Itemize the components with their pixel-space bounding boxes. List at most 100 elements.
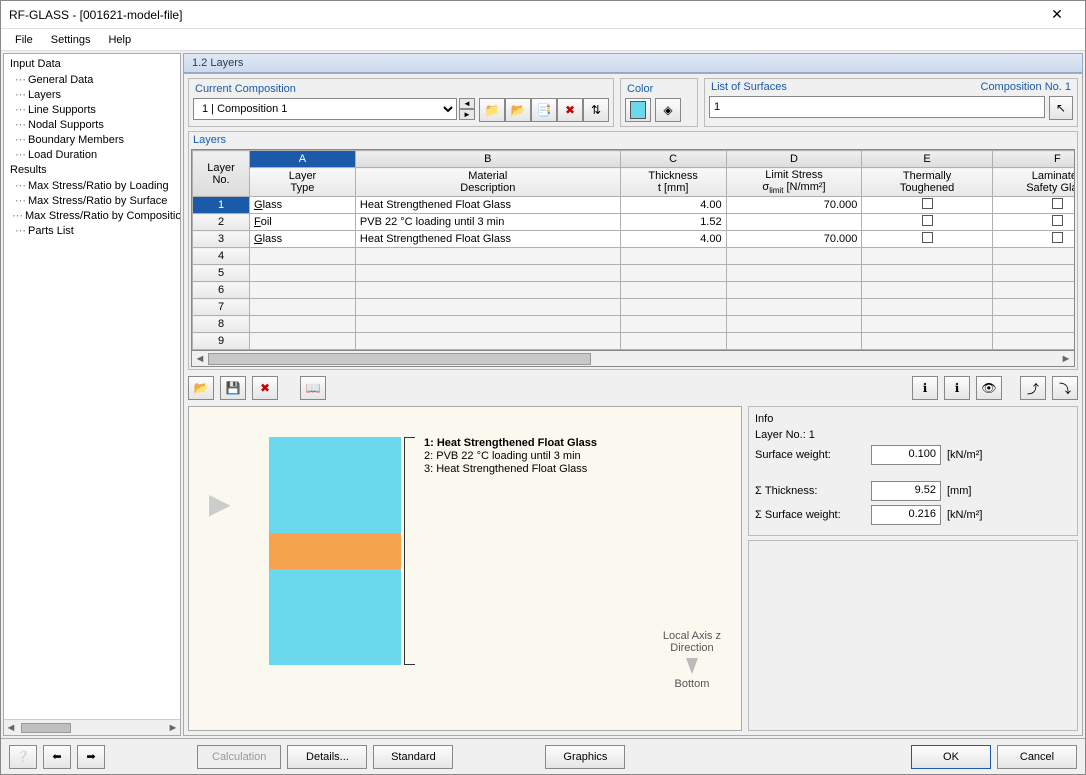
tree-results[interactable]: Results (4, 162, 180, 178)
help-icon[interactable]: ❔ (9, 745, 37, 769)
layer-diagram: ▶ 1: Heat Strengthened Float Glass 2: PV… (188, 406, 742, 731)
hdr-thickness[interactable]: Thickness t [mm] (620, 168, 726, 197)
delete-composition-icon[interactable]: ✖ (557, 98, 583, 122)
top-row: Current Composition 1 | Composition 1 ◄►… (188, 78, 1078, 127)
col-F[interactable]: F (992, 151, 1075, 168)
tree-r4[interactable]: ⋯Parts List (4, 223, 180, 238)
col-E[interactable]: E (862, 151, 992, 168)
sort-composition-icon[interactable]: ⇅ (583, 98, 609, 122)
calculation-button[interactable]: Calculation (197, 745, 281, 769)
table-row[interactable]: 1 Glass Heat Strengthened Float Glass 4.… (193, 197, 1076, 214)
delete-row-icon[interactable]: ✖ (252, 376, 278, 400)
info1-icon[interactable]: ℹ (912, 376, 938, 400)
save-icon[interactable]: 💾 (220, 376, 246, 400)
tree-r1[interactable]: ⋯Max Stress/Ratio by Loading (4, 178, 180, 193)
table-row[interactable]: 9 (193, 333, 1076, 350)
info-sumt-unit: [mm] (947, 485, 997, 497)
info-sw-value: 0.100 (871, 445, 941, 465)
hdr-mat[interactable]: Material Description (355, 168, 620, 197)
col-D[interactable]: D (726, 151, 862, 168)
info-sumsw-value: 0.216 (871, 505, 941, 525)
graphics-button[interactable]: Graphics (545, 745, 625, 769)
composition-spin[interactable]: ◄► (459, 98, 475, 122)
tree-r3[interactable]: ⋯Max Stress/Ratio by Composition (4, 208, 180, 223)
texture-button[interactable]: ◈ (655, 98, 681, 122)
tree-load-duration[interactable]: ⋯Load Duration (4, 147, 180, 162)
tree-layers[interactable]: ⋯Layers (4, 87, 180, 102)
layers-grid[interactable]: Layer No. A B C D E F G H (191, 149, 1075, 351)
menu-settings[interactable]: Settings (43, 32, 99, 48)
col-C[interactable]: C (620, 151, 726, 168)
import-icon[interactable]: ⤵ (1052, 376, 1078, 400)
table-row[interactable]: 6 (193, 282, 1076, 299)
prev-module-icon[interactable]: ⬅ (43, 745, 71, 769)
tree-input-data[interactable]: Input Data (4, 56, 180, 72)
window-title: RF-GLASS - [001621-model-file] (9, 8, 1037, 22)
tree-line-supports[interactable]: ⋯Line Supports (4, 102, 180, 117)
menu-help[interactable]: Help (100, 32, 139, 48)
copy-composition-icon[interactable]: 📑 (531, 98, 557, 122)
nav-tree: Input Data ⋯General Data ⋯Layers ⋯Line S… (4, 54, 180, 719)
details-button[interactable]: Details... (287, 745, 367, 769)
main-panel: Current Composition 1 | Composition 1 ◄►… (183, 73, 1083, 736)
next-module-icon[interactable]: ➡ (77, 745, 105, 769)
hdr-tt[interactable]: Thermally Toughened (862, 168, 992, 197)
col-B[interactable]: B (355, 151, 620, 168)
table-row[interactable]: 4 (193, 248, 1076, 265)
color-swatch-button[interactable] (625, 98, 651, 122)
col-A[interactable]: A (250, 151, 356, 168)
table-row[interactable]: 5 (193, 265, 1076, 282)
composition-number: Composition No. 1 (979, 81, 1074, 93)
info-sumsw-label: Σ Surface weight: (755, 509, 865, 521)
tree-r2[interactable]: ⋯Max Stress/Ratio by Surface (4, 193, 180, 208)
diagram-labels: 1: Heat Strengthened Float Glass 2: PVB … (424, 437, 597, 476)
surfaces-fieldset: List of Surfaces Composition No. 1 ↖ (704, 78, 1078, 127)
export-icon[interactable]: ⤴ (1020, 376, 1046, 400)
hdr-type[interactable]: Layer Type (250, 168, 356, 197)
layers-legend: Layers (191, 134, 228, 146)
edit-composition-icon[interactable]: 📂 (505, 98, 531, 122)
col-no[interactable]: Layer No. (193, 151, 250, 197)
axis-label: Local Axis z Direction Bottom (663, 630, 721, 690)
tree-general-data[interactable]: ⋯General Data (4, 72, 180, 87)
info-sumt-label: Σ Thickness: (755, 485, 865, 497)
info-sw-unit: [kN/m²] (947, 449, 997, 461)
view-icon[interactable]: 👁 (976, 376, 1002, 400)
tree-boundary-members[interactable]: ⋯Boundary Members (4, 132, 180, 147)
menu-file[interactable]: File (7, 32, 41, 48)
surfaces-legend: List of Surfaces (709, 81, 789, 93)
info-sumt-value: 9.52 (871, 481, 941, 501)
info-panel: Info Layer No.: 1 Surface weight: 0.100 … (748, 406, 1078, 731)
new-composition-icon[interactable]: 📁 (479, 98, 505, 122)
spin-right-icon: ► (459, 109, 475, 120)
info2-icon[interactable]: ℹ (944, 376, 970, 400)
grid-scrollbar[interactable]: ◄► (191, 351, 1075, 367)
section-header: 1.2 Layers (183, 53, 1083, 73)
table-row[interactable]: 2 Foil PVB 22 °C loading until 3 min 1.5… (193, 214, 1076, 231)
sidebar: Input Data ⋯General Data ⋯Layers ⋯Line S… (3, 53, 181, 736)
color-fieldset: Color ◈ (620, 78, 698, 127)
library-icon[interactable]: 📖 (300, 376, 326, 400)
table-row[interactable]: 8 (193, 316, 1076, 333)
hdr-ls[interactable]: Laminated Safety Glass (992, 168, 1075, 197)
standard-button[interactable]: Standard (373, 745, 453, 769)
table-row[interactable]: 7 (193, 299, 1076, 316)
menubar: File Settings Help (1, 29, 1085, 51)
info-sw-label: Surface weight: (755, 449, 865, 461)
hdr-limit[interactable]: Limit Stressσlimit [N/mm²] (726, 168, 862, 197)
ok-button[interactable]: OK (911, 745, 991, 769)
cancel-button[interactable]: Cancel (997, 745, 1077, 769)
composition-select[interactable]: 1 | Composition 1 (193, 98, 457, 120)
open-icon[interactable]: 📂 (188, 376, 214, 400)
tree-nodal-supports[interactable]: ⋯Nodal Supports (4, 117, 180, 132)
sidebar-scrollbar[interactable]: ◄► (4, 719, 180, 735)
close-icon[interactable]: ✕ (1037, 6, 1077, 23)
table-row[interactable]: 3 Glass Heat Strengthened Float Glass 4.… (193, 231, 1076, 248)
surfaces-input[interactable] (709, 96, 1045, 118)
main: 1.2 Layers Current Composition 1 | Compo… (183, 53, 1083, 736)
pick-surface-icon[interactable]: ↖ (1049, 96, 1073, 120)
layers-fieldset: Layers Layer No. A (188, 131, 1078, 370)
diagram-layer-2 (269, 533, 401, 569)
composition-fieldset: Current Composition 1 | Composition 1 ◄►… (188, 78, 614, 127)
info-legend: Info (755, 413, 1071, 425)
